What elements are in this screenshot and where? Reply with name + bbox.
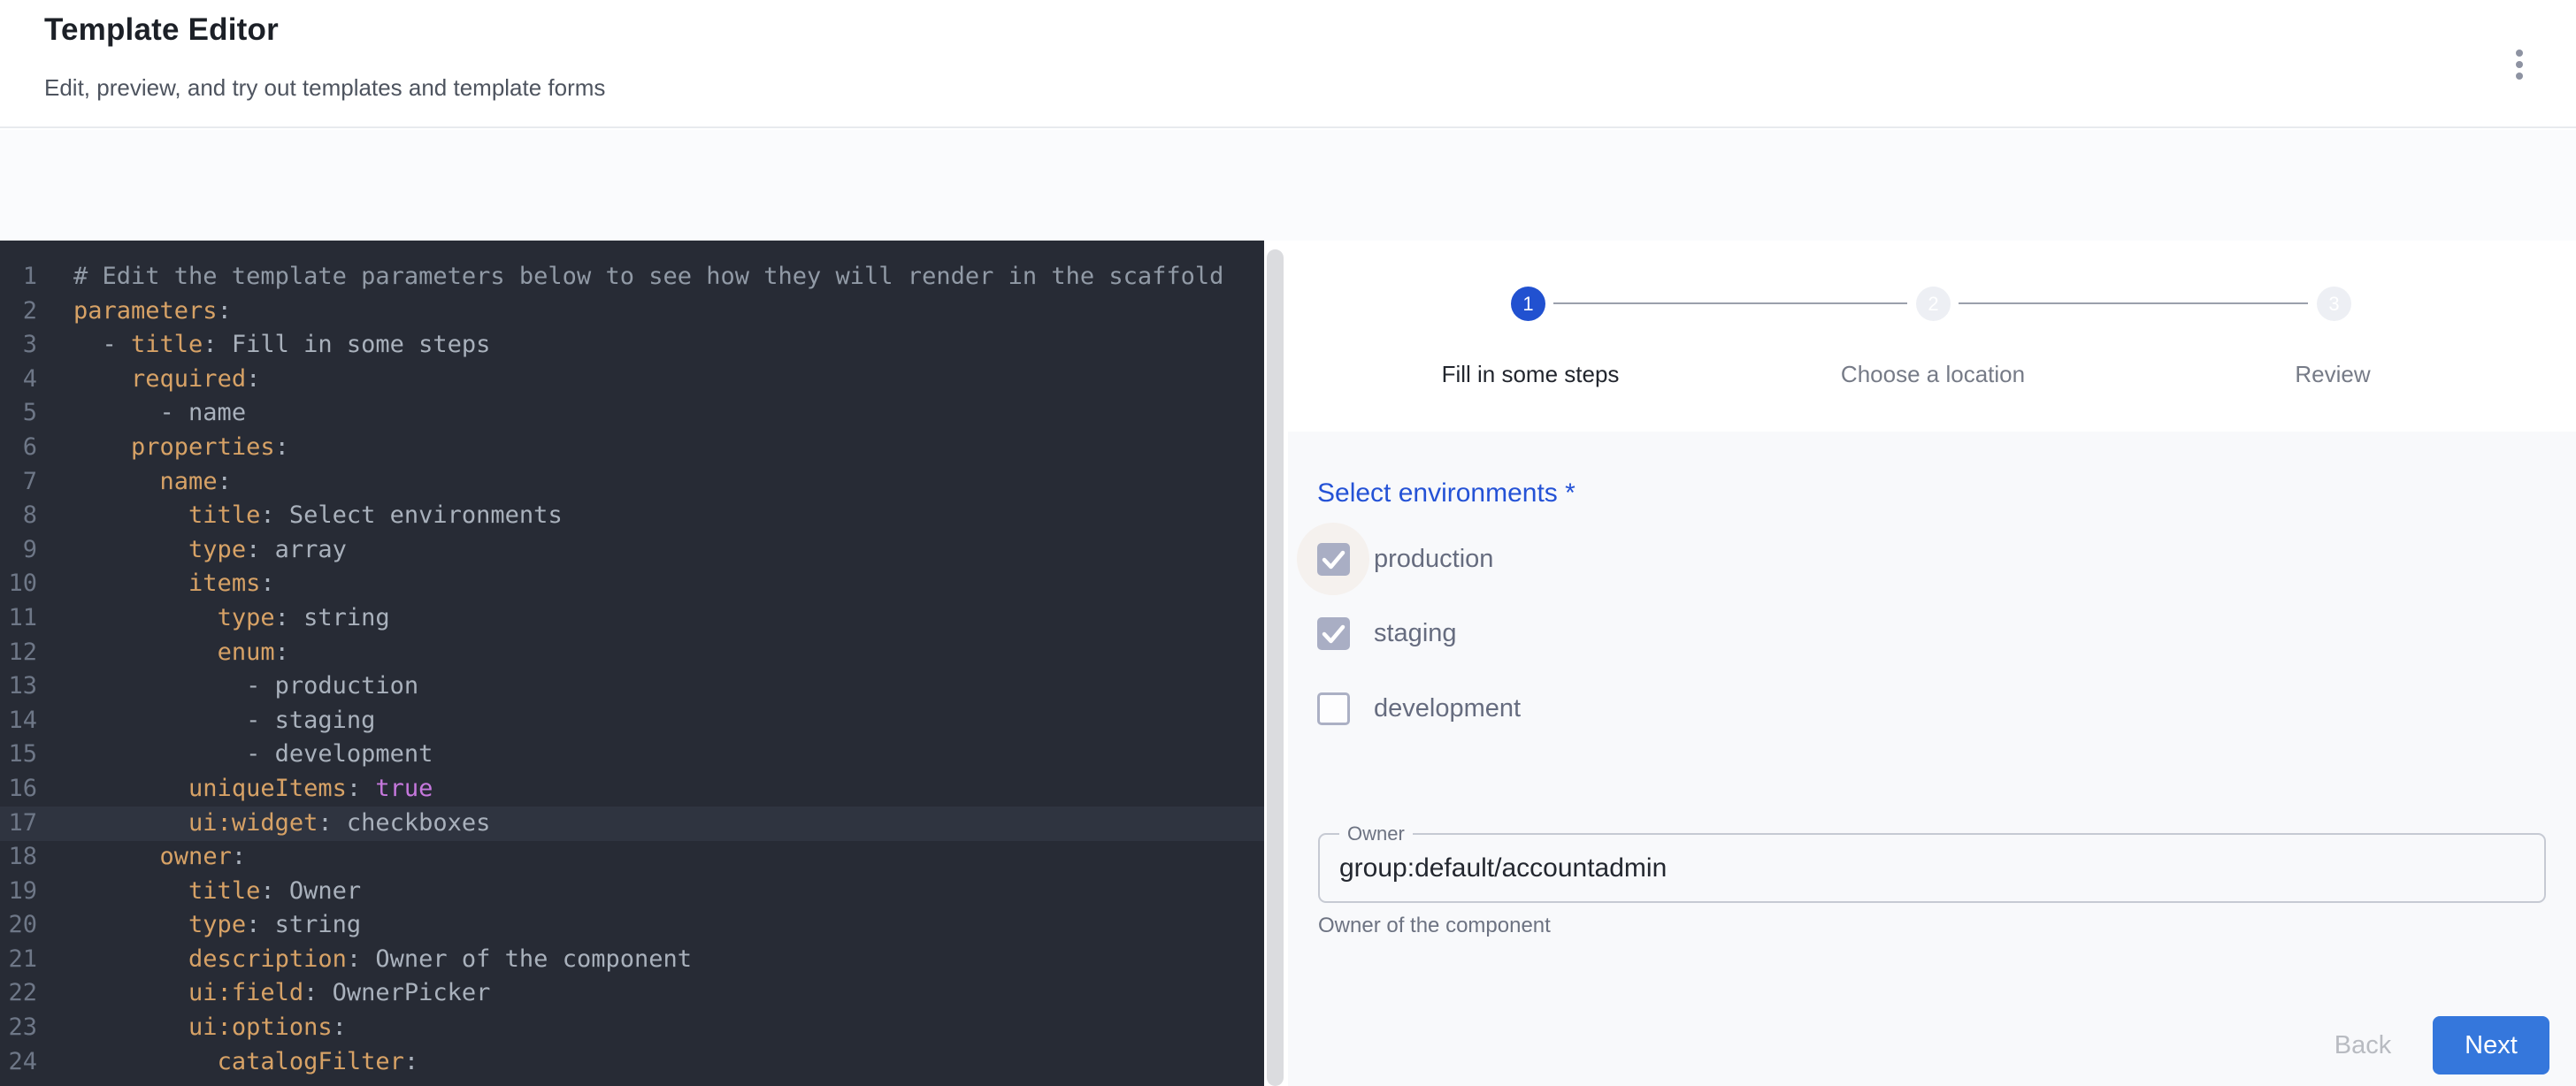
check-icon xyxy=(1317,617,1350,650)
page-title: Template Editor xyxy=(44,12,279,48)
owner-field: Owner xyxy=(1318,833,2546,903)
step-connector-2 xyxy=(1959,302,2308,304)
step-1-label: Fill in some steps xyxy=(1442,361,1620,388)
checkbox-box xyxy=(1317,617,1350,650)
checkbox-development[interactable]: development xyxy=(1297,672,1739,745)
checkbox-staging[interactable]: staging xyxy=(1297,597,1739,669)
checkbox-box xyxy=(1317,543,1350,576)
code-editor[interactable]: 123456789101112131415161718192021222324 … xyxy=(0,241,1264,1086)
editor-scrollbar[interactable] xyxy=(1267,249,1284,1086)
step-1-indicator: 1 xyxy=(1511,287,1545,321)
owner-helper-text: Owner of the component xyxy=(1318,914,1551,938)
editor-gutter: 123456789101112131415161718192021222324 xyxy=(0,260,37,1079)
stepper xyxy=(1288,241,2576,432)
more-vert-icon xyxy=(2516,50,2523,80)
back-button[interactable]: Back xyxy=(2305,1018,2420,1073)
next-button[interactable]: Next xyxy=(2433,1016,2549,1075)
environments-label: Select environments * xyxy=(1317,478,1576,509)
step-3-label: Review xyxy=(2295,361,2370,388)
page-header: Template Editor Edit, preview, and try o… xyxy=(0,0,2576,128)
page-subtitle: Edit, preview, and try out templates and… xyxy=(44,74,605,102)
toolbar: Load Existing Template xyxy=(0,130,2576,241)
checkbox-production[interactable]: production xyxy=(1297,523,1739,595)
template-editor-page: Template Editor Edit, preview, and try o… xyxy=(0,0,2576,1086)
checkbox-label: production xyxy=(1374,545,1493,574)
check-icon xyxy=(1317,543,1350,576)
owner-input[interactable] xyxy=(1339,837,2507,899)
step-2-indicator: 2 xyxy=(1916,287,1951,321)
checkbox-label: development xyxy=(1374,694,1521,723)
editor-code: # Edit the template parameters below to … xyxy=(73,260,1223,1079)
checkbox-label: staging xyxy=(1374,619,1457,648)
step-2-label: Choose a location xyxy=(1841,361,2025,388)
step-connector-1 xyxy=(1553,302,1907,304)
step-3-indicator: 3 xyxy=(2317,287,2351,321)
checkbox-box xyxy=(1317,692,1350,725)
more-options-button[interactable] xyxy=(2490,35,2549,94)
